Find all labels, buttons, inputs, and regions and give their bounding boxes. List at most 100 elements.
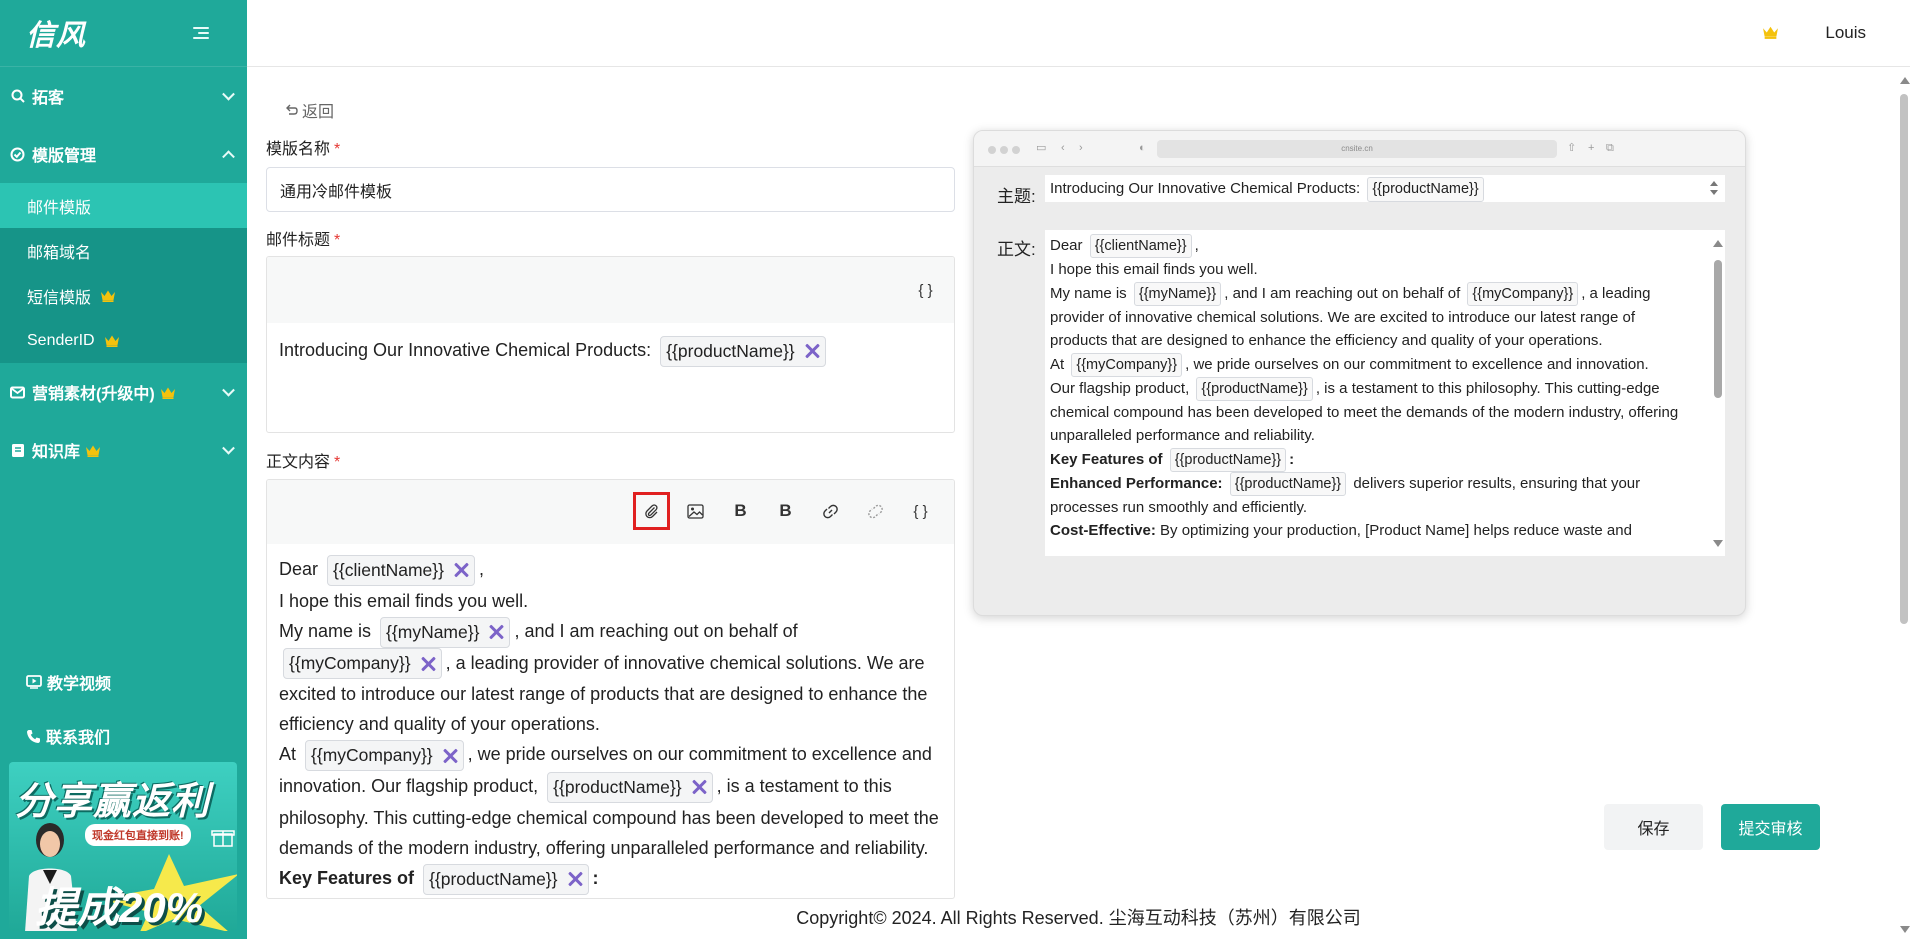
scroll-thumb[interactable] bbox=[1900, 94, 1908, 624]
unlink-icon[interactable] bbox=[857, 489, 894, 533]
scroll-up-icon[interactable] bbox=[1900, 77, 1910, 84]
save-button[interactable]: 保存 bbox=[1604, 804, 1703, 850]
submit-review-button[interactable]: 提交审核 bbox=[1721, 804, 1820, 850]
side-link-label: 联系我们 bbox=[46, 730, 111, 747]
attachment-icon[interactable] bbox=[633, 492, 670, 530]
text: , and I am reaching out on behalf of bbox=[1224, 284, 1461, 302]
body-content[interactable]: Dear {{clientName}}, I hope this email f… bbox=[267, 544, 954, 898]
new-tab-icon: + bbox=[1588, 142, 1595, 154]
video-icon bbox=[26, 675, 42, 689]
back-button[interactable]: 返回 bbox=[284, 98, 334, 122]
page-scrollbar[interactable] bbox=[1898, 70, 1910, 939]
text: : bbox=[592, 867, 599, 888]
body-toolbar: B B { } bbox=[267, 480, 954, 544]
variable-tag: {{productName}} bbox=[1169, 447, 1287, 472]
sidebar: 信风 拓客 模版管理 邮件模版 邮箱域名 短信模版 SenderID 营销素材(… bbox=[0, 0, 247, 939]
body-content-label: 正文内容 * bbox=[266, 448, 340, 472]
body-editor: B B { } Dear {{clientName}}, I hope this… bbox=[266, 479, 955, 899]
book-icon bbox=[10, 443, 25, 458]
required-mark: * bbox=[334, 454, 341, 471]
paragraph: Our flagship product, {{productName}}, i… bbox=[1050, 376, 1695, 448]
sidebar-group-label: 拓客 bbox=[32, 90, 65, 107]
sidebar-group-template[interactable]: 模版管理 bbox=[0, 125, 247, 183]
sidebar-group-marketing[interactable]: 营销素材(升级中) bbox=[0, 363, 247, 421]
braces-icon[interactable]: { } bbox=[902, 489, 939, 533]
variable-tag: {{myCompany}} bbox=[1071, 352, 1183, 377]
variable-tag: {{myCompany}} bbox=[283, 648, 442, 680]
back-label: 返回 bbox=[302, 104, 335, 121]
sidebar-item-senderid[interactable]: SenderID bbox=[0, 318, 247, 363]
preview-body: Dear {{clientName}}, I hope this email f… bbox=[1045, 230, 1725, 556]
paragraph: Dear {{clientName}}, bbox=[1050, 234, 1695, 259]
sidebar-group-knowledge[interactable]: 知识库 bbox=[0, 421, 247, 479]
chevron-right-icon: › bbox=[1079, 142, 1083, 154]
template-icon bbox=[10, 147, 25, 162]
sidebar-item-label: 短信模版 bbox=[27, 289, 92, 307]
remove-tag-icon[interactable] bbox=[691, 779, 707, 795]
search-icon bbox=[10, 89, 25, 104]
sidebar-bottom-links: 教学视频 联系我们 bbox=[0, 655, 247, 763]
chevron-up-icon bbox=[222, 150, 235, 164]
sidebar-icon: ▭ bbox=[1036, 142, 1047, 154]
text: , we pride ourselves on our commitment t… bbox=[1185, 355, 1649, 373]
preview-body-label: 正文: bbox=[997, 240, 1036, 259]
bold-label: B bbox=[779, 501, 792, 520]
crown-icon bbox=[104, 335, 119, 347]
text: Key Features of bbox=[1050, 450, 1163, 468]
text: By optimizing your production, [Product … bbox=[1160, 522, 1632, 540]
top-header: Louis bbox=[247, 0, 1910, 67]
bold-icon[interactable]: B bbox=[722, 489, 759, 533]
promo-subtitle: 现金红包直接到账! bbox=[85, 824, 191, 846]
subject-editor: { } Introducing Our Innovative Chemical … bbox=[266, 256, 955, 433]
crown-icon bbox=[160, 387, 175, 399]
window-dots bbox=[988, 146, 1020, 154]
remove-tag-icon[interactable] bbox=[453, 562, 469, 578]
undo-icon bbox=[286, 104, 298, 115]
menu-collapse-icon[interactable] bbox=[193, 26, 209, 40]
variable-tag: {{myName}} bbox=[380, 616, 511, 648]
text: , bbox=[478, 559, 484, 579]
sidebar-group-label: 知识库 bbox=[32, 444, 81, 461]
app-logo: 信风 bbox=[26, 18, 87, 52]
remove-tag-icon[interactable] bbox=[488, 624, 504, 640]
template-name-input[interactable]: 通用冷邮件模板 bbox=[266, 167, 955, 212]
preview-scrollbar[interactable] bbox=[1710, 230, 1725, 556]
chevron-down-icon bbox=[222, 441, 235, 455]
paragraph: Key Features of {{productName}}: bbox=[1050, 447, 1695, 472]
sidebar-group-tuoke[interactable]: 拓客 bbox=[0, 67, 247, 125]
crown-icon[interactable] bbox=[1762, 25, 1779, 39]
tag-text: {{clientName}} bbox=[333, 559, 444, 580]
scroll-thumb[interactable] bbox=[1714, 260, 1722, 398]
sidebar-item-email-domain[interactable]: 邮箱域名 bbox=[0, 228, 247, 273]
variable-tag: {{productName}} bbox=[1367, 176, 1484, 202]
subject-content[interactable]: Introducing Our Innovative Chemical Prod… bbox=[267, 323, 954, 377]
variable-tag: {{productName}} bbox=[1196, 376, 1313, 401]
link-icon[interactable] bbox=[812, 489, 849, 533]
contact-us-link[interactable]: 联系我们 bbox=[0, 709, 247, 763]
sidebar-item-sms-template[interactable]: 短信模版 bbox=[0, 273, 247, 318]
sidebar-item-label: 邮箱域名 bbox=[27, 244, 92, 262]
paragraph: My name is {{myName}} , and I am reaching… bbox=[279, 616, 942, 740]
braces-label: { } bbox=[913, 502, 928, 520]
scroll-up-icon[interactable] bbox=[1713, 240, 1723, 247]
shield-icon: ◐ bbox=[1139, 142, 1146, 154]
remove-tag-icon[interactable] bbox=[442, 748, 458, 764]
bold-alt-icon[interactable]: B bbox=[767, 489, 804, 533]
remove-tag-icon[interactable] bbox=[804, 343, 820, 359]
braces-icon[interactable]: { } bbox=[907, 268, 944, 312]
subject-text: Introducing Our Innovative Chemical Prod… bbox=[279, 340, 652, 360]
copyright-footer: Copyright© 2024. All Rights Reserved. 尘海… bbox=[796, 908, 1361, 928]
image-icon[interactable] bbox=[677, 489, 714, 533]
promo-highlight: 提成20% bbox=[35, 884, 204, 931]
remove-tag-icon[interactable] bbox=[567, 871, 583, 887]
paragraph: At {{myCompany}}, we pride ourselves on … bbox=[279, 739, 942, 863]
sidebar-item-email-template[interactable]: 邮件模版 bbox=[0, 183, 247, 228]
scroll-down-icon[interactable] bbox=[1900, 926, 1910, 933]
scroll-down-icon[interactable] bbox=[1713, 540, 1723, 547]
remove-tag-icon[interactable] bbox=[420, 656, 436, 672]
user-name[interactable]: Louis bbox=[1825, 23, 1866, 43]
promo-banner[interactable]: 分享赢返利 现金红包直接到账! 提成20% bbox=[9, 762, 237, 931]
paragraph: Dear {{clientName}}, bbox=[279, 554, 942, 586]
email-subject-label: 邮件标题 * bbox=[266, 226, 340, 250]
tutorial-video-link[interactable]: 教学视频 bbox=[0, 655, 247, 709]
